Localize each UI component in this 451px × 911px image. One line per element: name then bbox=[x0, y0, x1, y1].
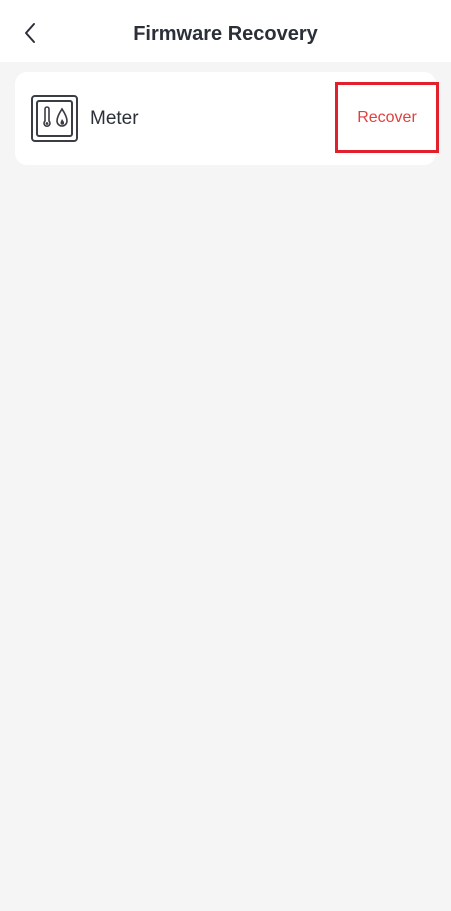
meter-device-icon bbox=[31, 95, 78, 142]
device-list-item: Meter Recover bbox=[15, 72, 439, 165]
header-bar: Firmware Recovery bbox=[0, 0, 451, 62]
page-title: Firmware Recovery bbox=[133, 23, 318, 45]
recover-button[interactable]: Recover bbox=[335, 82, 439, 153]
device-name: Meter bbox=[90, 108, 139, 129]
